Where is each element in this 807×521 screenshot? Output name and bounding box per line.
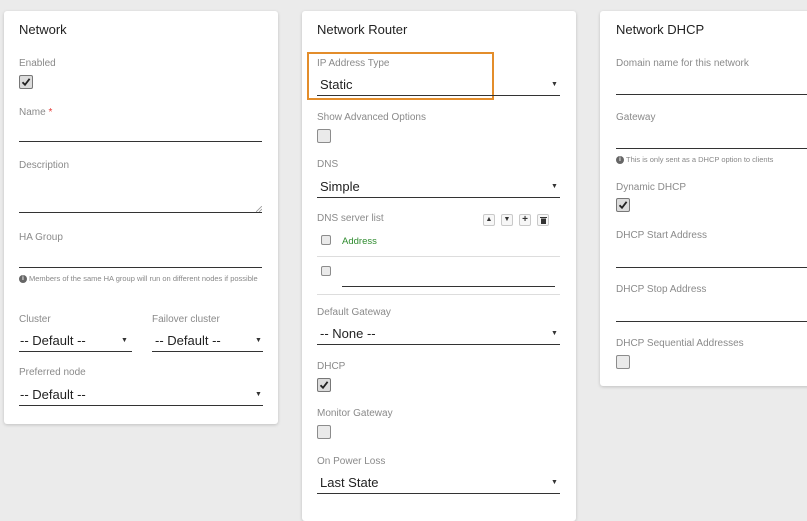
required-mark: * xyxy=(48,107,53,118)
dhcp-label: DHCP xyxy=(317,361,346,372)
monitor-gateway-checkbox[interactable] xyxy=(317,425,331,439)
cluster-select-value: -- Default -- xyxy=(20,333,86,348)
default-gateway-label: Default Gateway xyxy=(317,307,391,318)
caret-down-icon: ▼ xyxy=(551,81,558,88)
description-label: Description xyxy=(19,160,70,171)
dns-list-row-divider xyxy=(317,294,560,295)
failover-select-value: -- Default -- xyxy=(155,333,221,348)
description-textarea[interactable] xyxy=(19,212,262,213)
plus-icon: + xyxy=(522,214,528,225)
checkmark-icon xyxy=(319,381,329,390)
monitor-gateway-label: Monitor Gateway xyxy=(317,408,393,419)
dns-list-select-all-checkbox[interactable] xyxy=(321,235,331,245)
cluster-select[interactable] xyxy=(19,351,132,352)
ip-type-select[interactable] xyxy=(317,95,560,96)
domain-name-input[interactable] xyxy=(616,94,807,95)
caret-down-icon: ▼ xyxy=(121,337,128,344)
delete-row-button[interactable] xyxy=(537,214,549,226)
trash-icon xyxy=(540,217,547,224)
info-icon: i xyxy=(616,156,624,165)
checkmark-icon xyxy=(21,78,31,87)
dynamic-dhcp-checkbox[interactable] xyxy=(616,198,630,212)
power-loss-select[interactable] xyxy=(317,493,560,494)
info-icon: i xyxy=(19,275,27,284)
arrow-up-icon: ▲ xyxy=(485,216,493,223)
show-advanced-checkbox[interactable] xyxy=(317,129,331,143)
add-row-button[interactable]: + xyxy=(519,214,531,226)
dhcp-stop-input[interactable] xyxy=(616,321,807,322)
move-up-button[interactable]: ▲ xyxy=(483,214,495,226)
ip-type-label: IP Address Type xyxy=(317,58,390,69)
power-loss-value: Last State xyxy=(320,475,379,490)
network-dhcp-card: Network DHCP Domain name for this networ… xyxy=(600,11,807,386)
gateway-input[interactable] xyxy=(616,148,807,149)
dhcp-checkbox[interactable] xyxy=(317,378,331,392)
preferred-node-select[interactable] xyxy=(19,405,263,406)
name-label: Name * xyxy=(19,107,53,118)
network-dhcp-title: Network DHCP xyxy=(616,22,705,37)
dhcp-sequential-checkbox[interactable] xyxy=(616,355,630,369)
default-gateway-select[interactable] xyxy=(317,344,560,345)
preferred-node-value: -- Default -- xyxy=(20,387,86,402)
network-router-title: Network Router xyxy=(317,22,408,37)
dns-address-input[interactable] xyxy=(342,286,555,287)
caret-down-icon: ▼ xyxy=(255,391,262,398)
dhcp-sequential-label: DHCP Sequential Addresses xyxy=(616,338,744,349)
enabled-label: Enabled xyxy=(19,58,56,69)
caret-down-icon: ▼ xyxy=(551,479,558,486)
failover-cluster-label: Failover cluster xyxy=(152,314,220,325)
failover-cluster-select[interactable] xyxy=(152,351,263,352)
enabled-checkbox[interactable] xyxy=(19,75,33,89)
cluster-label: Cluster xyxy=(19,314,51,325)
dns-list-row-checkbox[interactable] xyxy=(321,266,331,276)
preferred-node-label: Preferred node xyxy=(19,367,86,378)
caret-down-icon: ▼ xyxy=(551,330,558,337)
caret-down-icon: ▼ xyxy=(255,337,262,344)
dns-server-list-label: DNS server list xyxy=(317,213,384,224)
dns-value: Simple xyxy=(320,179,360,194)
caret-down-icon: ▼ xyxy=(551,183,558,190)
resize-grip-icon[interactable] xyxy=(256,206,262,212)
network-card: Network Enabled Name * Description HA Gr… xyxy=(4,11,278,424)
ha-group-label: HA Group xyxy=(19,232,63,243)
checkmark-icon xyxy=(618,201,628,210)
ip-type-value: Static xyxy=(320,77,353,92)
dns-list-header-divider xyxy=(317,256,560,257)
gateway-hint: i This is only sent as a DHCP option to c… xyxy=(616,155,773,165)
show-advanced-label: Show Advanced Options xyxy=(317,112,426,123)
move-down-button[interactable]: ▼ xyxy=(501,214,513,226)
dynamic-dhcp-label: Dynamic DHCP xyxy=(616,182,687,193)
arrow-down-icon: ▼ xyxy=(503,216,511,223)
domain-name-label: Domain name for this network xyxy=(616,58,749,69)
network-router-card: Network Router IP Address Type Static ▼ … xyxy=(302,11,576,521)
dhcp-stop-label: DHCP Stop Address xyxy=(616,284,707,295)
dhcp-start-input[interactable] xyxy=(616,267,807,268)
power-loss-label: On Power Loss xyxy=(317,456,386,467)
dns-list-address-header: Address xyxy=(342,236,377,247)
name-input[interactable] xyxy=(19,141,262,142)
ha-group-hint: i Members of the same HA group will run o… xyxy=(19,274,265,284)
network-card-title: Network xyxy=(19,22,67,37)
ha-group-input[interactable] xyxy=(19,267,262,268)
default-gateway-value: -- None -- xyxy=(320,326,376,341)
dns-label: DNS xyxy=(317,159,339,170)
dhcp-start-label: DHCP Start Address xyxy=(616,230,707,241)
dns-select[interactable] xyxy=(317,197,560,198)
gateway-label: Gateway xyxy=(616,112,656,123)
